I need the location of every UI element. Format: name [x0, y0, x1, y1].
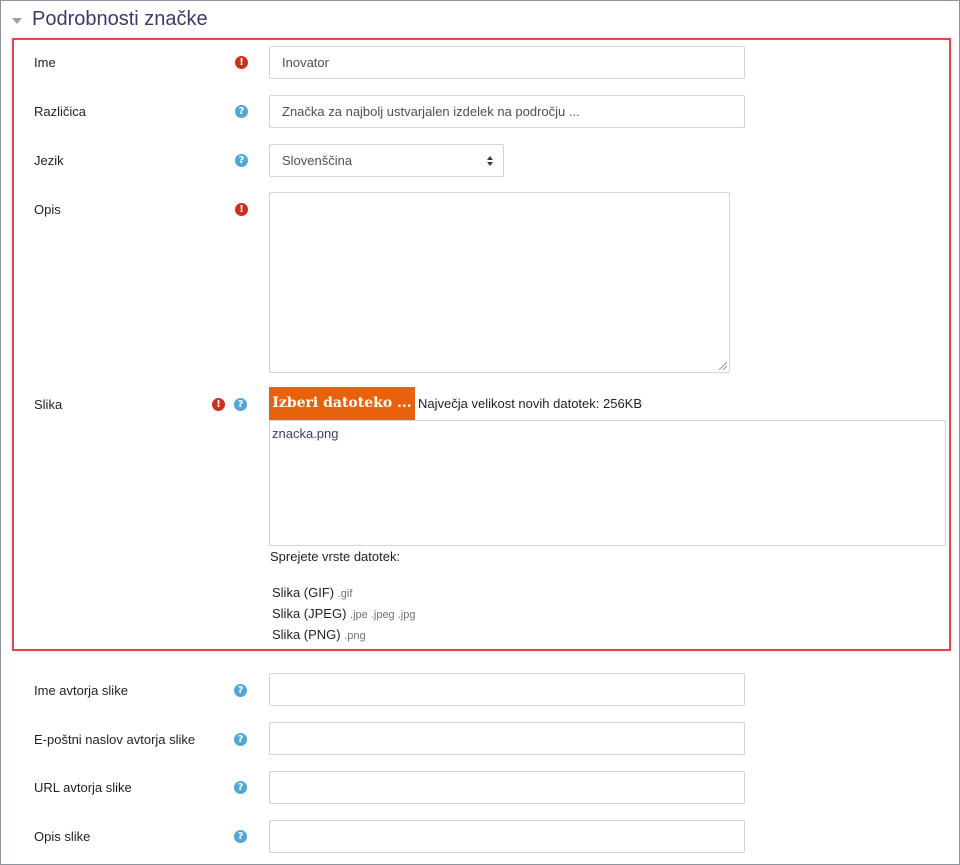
accepted-type-item: Slika (GIF) .gif [272, 585, 352, 600]
collapse-caret-icon[interactable] [12, 17, 22, 24]
image-caption-label: Opis slike [34, 829, 91, 844]
help-icon[interactable]: ? [234, 733, 247, 746]
name-label: Ime [34, 55, 56, 70]
select-arrows-icon [487, 156, 493, 166]
choose-file-button[interactable]: Izberi datoteko ... [269, 387, 415, 420]
resize-handle-icon[interactable] [719, 362, 727, 370]
image-author-url-label: URL avtorja slike [34, 780, 132, 795]
file-name[interactable]: znacka.png [272, 426, 339, 441]
language-select-value: Slovenščina [282, 153, 353, 168]
accepted-type-item: Slika (PNG) .png [272, 627, 366, 642]
image-author-name-input[interactable] [269, 673, 745, 706]
accepted-type-ext: .gif [337, 588, 353, 600]
file-dropzone[interactable]: znacka.png [269, 420, 946, 546]
required-icon: ! [235, 203, 248, 216]
name-input[interactable]: Inovator [269, 46, 745, 79]
section-title: Podrobnosti značke [32, 8, 208, 30]
help-icon[interactable]: ? [235, 154, 248, 167]
language-label: Jezik [34, 153, 64, 168]
accepted-type-name: Slika (GIF) [272, 585, 335, 600]
section-header[interactable]: Podrobnosti značke [12, 8, 208, 31]
help-icon[interactable]: ? [235, 105, 248, 118]
accepted-type-item: Slika (JPEG) .jpe .jpeg .jpg [272, 606, 415, 621]
description-label: Opis [34, 202, 61, 217]
accepted-type-ext: .png [344, 630, 366, 642]
required-icon: ! [212, 398, 225, 411]
help-icon[interactable]: ? [234, 398, 247, 411]
required-icon: ! [235, 56, 248, 69]
accepted-types-title: Sprejete vrste datotek: [270, 549, 401, 564]
help-icon[interactable]: ? [234, 684, 247, 697]
image-author-name-label: Ime avtorja slike [34, 683, 128, 698]
description-textarea[interactable] [269, 192, 730, 373]
max-file-size: Največja velikost novih datotek: 256KB [418, 396, 643, 411]
version-label: Različica [34, 104, 87, 119]
language-select[interactable]: Slovenščina [269, 144, 504, 177]
image-author-url-input[interactable] [269, 771, 745, 804]
help-icon[interactable]: ? [234, 830, 247, 843]
image-author-email-input[interactable] [269, 722, 745, 755]
accepted-type-name: Slika (PNG) [272, 627, 341, 642]
image-caption-input[interactable] [269, 820, 745, 853]
version-input[interactable]: Značka za najbolj ustvarjalen izdelek na… [269, 95, 745, 128]
help-icon[interactable]: ? [234, 781, 247, 794]
image-label: Slika [34, 397, 63, 412]
accepted-type-ext: .jpe .jpeg .jpg [350, 609, 416, 621]
image-author-email-label: E-poštni naslov avtorja slike [34, 732, 196, 747]
accepted-type-name: Slika (JPEG) [272, 606, 347, 621]
